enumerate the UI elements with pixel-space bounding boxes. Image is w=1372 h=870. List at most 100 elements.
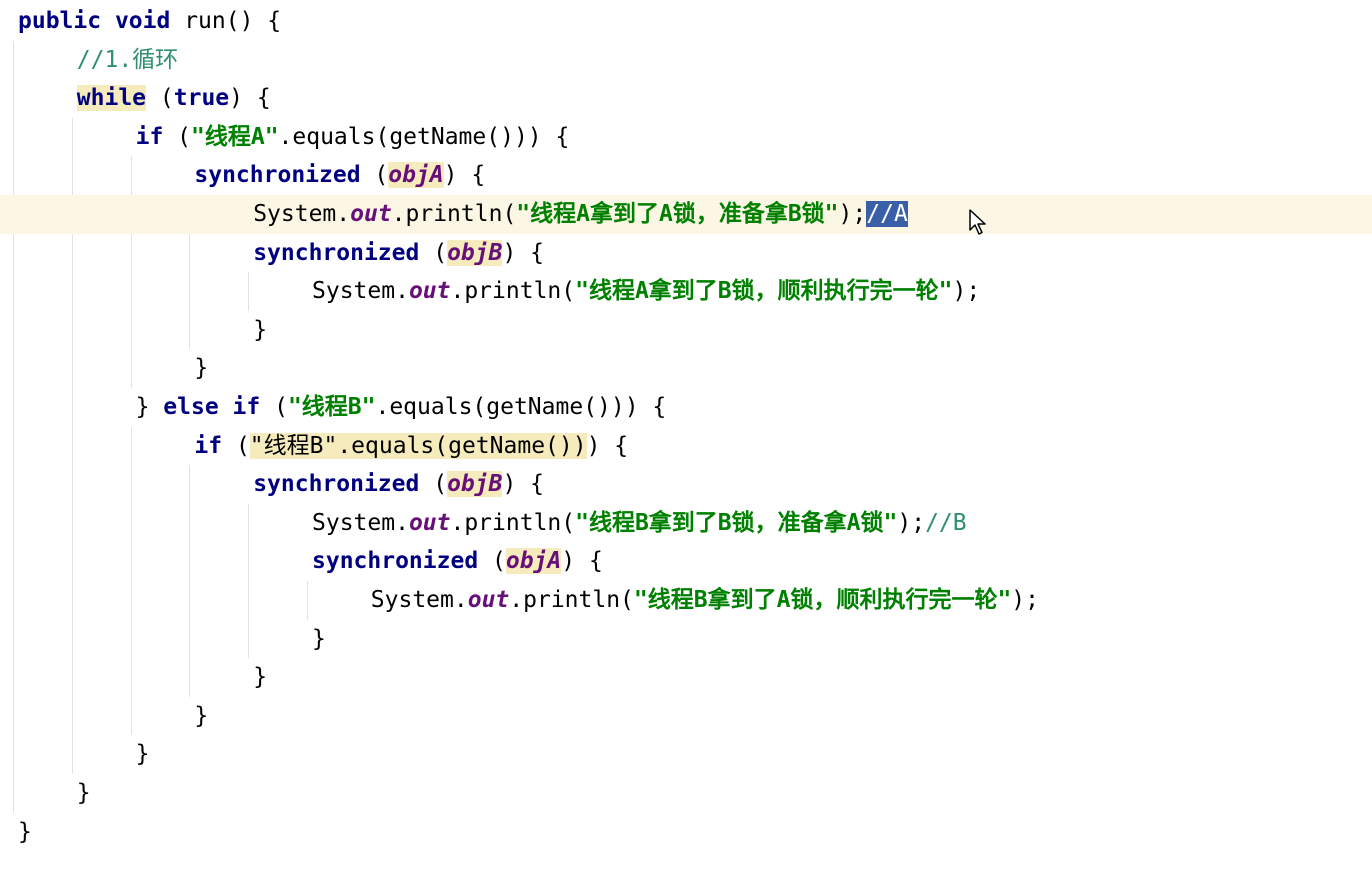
code-token: .println( xyxy=(391,201,517,227)
code-token: } xyxy=(18,818,32,845)
code-token: } xyxy=(253,316,268,343)
code-token: ( xyxy=(478,548,506,575)
code-text: if ("线程B".equals(getName())) { xyxy=(194,427,628,466)
code-text: } xyxy=(312,620,326,659)
code-token: ); xyxy=(952,278,981,305)
code-token: ( xyxy=(222,432,250,459)
code-token: out xyxy=(350,201,392,227)
code-token: } xyxy=(253,664,268,691)
code-line[interactable]: } xyxy=(0,697,1372,736)
code-text: System.out.println("线程B拿到了B锁，准备拿A锁");//B xyxy=(312,504,967,543)
code-text: synchronized (objA) { xyxy=(312,542,603,581)
code-text: System.out.println("线程A拿到了B锁，顺利执行完一轮"); xyxy=(312,272,980,311)
code-token: System. xyxy=(370,587,468,613)
code-line[interactable]: synchronized (objA) { xyxy=(0,156,1372,195)
code-line-current[interactable]: System.out.println("线程A拿到了A锁，准备拿B锁");//A xyxy=(0,195,1372,234)
code-token: out xyxy=(408,509,451,536)
code-token: ) { xyxy=(229,85,271,112)
code-line[interactable]: } xyxy=(0,735,1372,774)
code-line[interactable]: System.out.println("线程A拿到了B锁，顺利执行完一轮"); xyxy=(0,272,1372,311)
code-text: } xyxy=(253,311,267,350)
code-token: ); xyxy=(1011,587,1039,613)
code-line[interactable]: //1.循环 xyxy=(0,41,1372,80)
code-line[interactable]: } xyxy=(0,774,1372,813)
code-text: } xyxy=(77,774,91,813)
code-line[interactable]: } xyxy=(0,620,1372,659)
code-token: ( xyxy=(419,239,448,266)
code-line[interactable]: } else if ("线程B".equals(getName())) { xyxy=(0,388,1372,427)
code-token: else if xyxy=(163,394,261,420)
code-token: ( xyxy=(419,471,448,498)
code-token: //B xyxy=(925,509,967,536)
code-token: while xyxy=(76,85,147,112)
code-token: public xyxy=(18,8,115,34)
code-token: } xyxy=(135,394,164,420)
code-token: ) { xyxy=(561,548,603,575)
code-token: "线程B拿到了B锁，准备拿A锁" xyxy=(575,509,898,536)
code-token: ( xyxy=(163,123,191,150)
code-token: ) { xyxy=(502,239,544,266)
code-token: ( xyxy=(260,394,288,420)
code-text: public void run() { xyxy=(18,2,281,41)
code-token: void xyxy=(114,8,185,34)
code-line[interactable]: System.out.println("线程B拿到了B锁，准备拿A锁");//B xyxy=(0,504,1372,543)
code-token: if xyxy=(194,432,223,459)
code-line[interactable]: } xyxy=(0,349,1372,388)
mouse-pointer-icon xyxy=(969,209,986,235)
code-token: //1.循环 xyxy=(76,46,179,73)
code-text: if ("线程A".equals(getName())) { xyxy=(136,118,570,157)
code-token: } xyxy=(76,780,91,806)
code-token: ( xyxy=(360,162,389,189)
code-token: run() { xyxy=(184,8,282,34)
code-token: "线程B".equals(getName()) xyxy=(249,432,587,459)
code-token: } xyxy=(194,355,209,382)
code-token: synchronized xyxy=(194,162,361,189)
code-text: //1.循环 xyxy=(77,41,178,80)
code-token: ) { xyxy=(443,162,486,189)
code-line[interactable]: } xyxy=(0,658,1372,697)
code-line[interactable]: public void run() { xyxy=(0,2,1372,41)
code-text: } xyxy=(194,349,208,388)
code-token: ); xyxy=(838,201,867,227)
code-token: } xyxy=(194,702,209,729)
code-text: System.out.println("线程A拿到了A锁，准备拿B锁");//A xyxy=(253,195,908,234)
code-token: out xyxy=(467,587,510,613)
code-text: } xyxy=(18,813,32,852)
code-token: ); xyxy=(897,509,926,536)
code-token: ) { xyxy=(502,471,544,498)
code-token: "线程A拿到了A锁，准备拿B锁" xyxy=(516,201,839,227)
code-line[interactable]: } xyxy=(0,311,1372,350)
code-line[interactable]: synchronized (objB) { xyxy=(0,234,1372,273)
code-token: "线程A" xyxy=(191,123,279,150)
code-token: ) { xyxy=(586,432,629,459)
code-line[interactable]: } xyxy=(0,813,1372,852)
code-text: synchronized (objA) { xyxy=(194,156,485,195)
code-token: } xyxy=(135,741,150,768)
code-editor[interactable]: public void run() {//1.循环 while (true) {i… xyxy=(0,0,1372,870)
code-text: } xyxy=(253,658,267,697)
code-text: } xyxy=(136,735,150,774)
code-line[interactable]: System.out.println("线程B拿到了A锁，顺利执行完一轮"); xyxy=(0,581,1372,620)
code-token: objB xyxy=(447,471,503,498)
code-token: objB xyxy=(447,239,503,266)
code-line[interactable]: if ("线程A".equals(getName())) { xyxy=(0,118,1372,157)
code-line[interactable]: if ("线程B".equals(getName())) { xyxy=(0,427,1372,466)
code-text: System.out.println("线程B拿到了A锁，顺利执行完一轮"); xyxy=(371,581,1039,620)
code-text: } xyxy=(194,697,208,736)
code-token: } xyxy=(312,625,326,652)
code-token: true xyxy=(173,85,230,112)
code-token: out xyxy=(408,278,451,305)
code-token: .println( xyxy=(509,587,634,613)
code-line[interactable]: synchronized (objA) { xyxy=(0,542,1372,581)
code-text: synchronized (objB) { xyxy=(253,465,544,504)
code-line[interactable]: synchronized (objB) { xyxy=(0,465,1372,504)
code-token: .println( xyxy=(450,278,576,305)
code-line[interactable]: while (true) { xyxy=(0,79,1372,118)
code-token: "线程B拿到了A锁，顺利执行完一轮" xyxy=(633,587,1012,613)
code-text: } else if ("线程B".equals(getName())) { xyxy=(136,388,667,427)
code-token: .println( xyxy=(450,509,576,536)
code-token: objA xyxy=(505,548,562,575)
code-token: "线程A拿到了B锁，顺利执行完一轮" xyxy=(575,278,953,305)
code-token: //A xyxy=(866,201,908,227)
code-text: synchronized (objB) { xyxy=(253,234,544,273)
